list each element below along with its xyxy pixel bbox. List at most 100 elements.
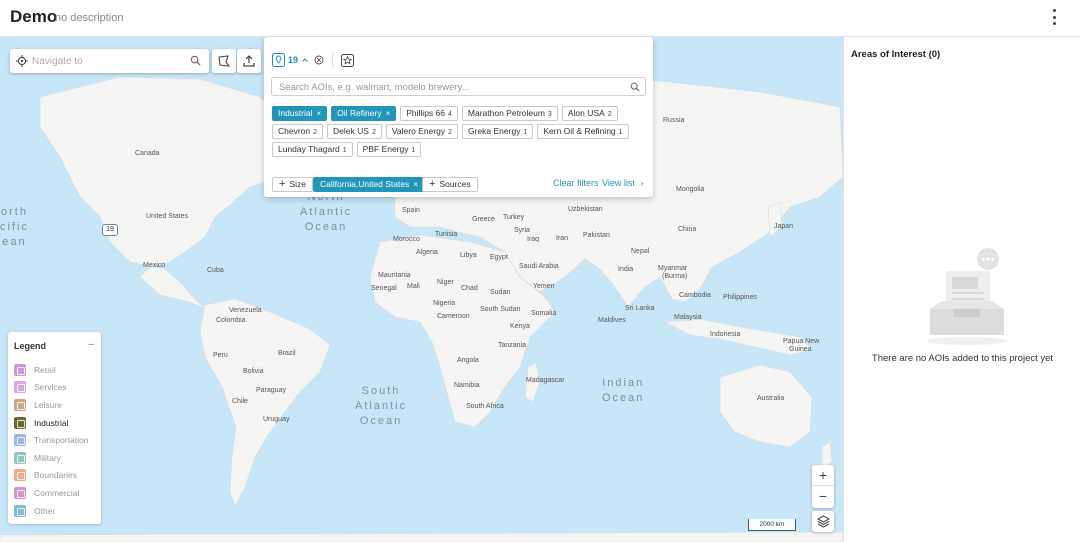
zoom-out-button[interactable]: − — [812, 486, 834, 507]
filter-chips: Industrial × Oil Refinery × Phillips 66 4 Mara… — [272, 106, 646, 157]
chip-label: Lunday Thagard — [278, 144, 340, 154]
location-filter-chip[interactable]: California,United States × — [313, 177, 426, 192]
legend-swatch-icon — [14, 451, 26, 464]
filter-footer: + Size California,United States × + Sources… — [272, 177, 646, 192]
brand-filter-chip[interactable]: Phillips 66 4 — [400, 106, 458, 121]
place-label: Nigeria — [433, 300, 456, 307]
legend-swatch-icon — [14, 469, 26, 482]
project-description[interactable]: no description — [55, 12, 124, 24]
place-label: Egypt — [490, 254, 508, 261]
view-list-link[interactable]: View list › — [602, 178, 643, 188]
chip-count: 2 — [313, 129, 318, 136]
brand-filter-chip[interactable]: Kern Oil & Refining 1 — [537, 124, 629, 139]
legend-list: Retail Services Leisure Industrial Transport… — [14, 361, 89, 519]
legend-item[interactable]: Military — [14, 449, 89, 467]
place-label: (Burma) — [662, 273, 688, 280]
chip-label: Oil Refinery — [337, 108, 382, 118]
legend-item[interactable]: Commercial — [14, 484, 89, 502]
search-icon[interactable] — [190, 55, 201, 66]
place-label: Morocco — [393, 236, 420, 243]
clear-filters-link[interactable]: Clear filters — [553, 178, 599, 188]
brand-filter-chip[interactable]: PBF Energy 1 — [356, 142, 422, 157]
brand-filter-chip[interactable]: Marathon Petroleum 3 — [461, 106, 558, 121]
legend-item-label: Transportation — [34, 435, 89, 446]
chip-label: Kern Oil & Refining — [543, 126, 616, 136]
legend-item[interactable]: Retail — [14, 361, 89, 379]
place-label: Sudan — [490, 289, 511, 296]
place-label: Niger — [437, 279, 454, 286]
layers-button[interactable] — [812, 511, 834, 532]
place-label: Uruguay — [263, 416, 290, 423]
remove-chip-icon[interactable]: × — [386, 109, 391, 118]
active-filter-chip[interactable]: Industrial × — [272, 106, 328, 121]
view-list-label: View list — [602, 178, 635, 188]
place-label: Syria — [514, 227, 530, 234]
place-label: Australia — [757, 395, 785, 402]
aoi-search-box[interactable] — [271, 77, 646, 96]
place-label: Algeria — [416, 249, 438, 256]
legend-title: Legend — [14, 341, 47, 351]
legend-item[interactable]: Boundaries — [14, 467, 89, 485]
brand-filter-chip[interactable]: Alon USA 2 — [561, 106, 618, 121]
chevron-right-icon: › — [640, 178, 644, 188]
aoi-pin-icon[interactable] — [272, 53, 285, 67]
search-icon[interactable] — [630, 82, 640, 92]
place-label: Papua New — [783, 338, 820, 345]
brand-filter-chip[interactable]: Valero Energy 2 — [385, 124, 458, 139]
place-label: Greece — [472, 216, 495, 223]
place-label: Uzbekistan — [568, 206, 603, 213]
legend-item[interactable]: Services — [14, 379, 89, 397]
location-filter-label: California,United States — [320, 179, 410, 189]
size-filter-label: Size — [289, 179, 306, 189]
draw-polygon-button[interactable] — [212, 49, 236, 73]
saved-star-icon[interactable] — [341, 53, 355, 67]
sources-filter-button[interactable]: + Sources — [422, 177, 478, 192]
ocean-label: South Atlantic Ocean — [355, 385, 408, 427]
place-label: Mexico — [143, 262, 166, 269]
brand-filter-chip[interactable]: Delek US 2 — [327, 124, 382, 139]
remove-location-icon[interactable]: × — [413, 179, 418, 189]
place-label: China — [678, 226, 697, 233]
legend-item[interactable]: Leisure — [14, 396, 89, 414]
legend-item[interactable]: Industrial — [14, 414, 89, 432]
place-label: Philippines — [723, 294, 757, 301]
navigate-input[interactable] — [32, 53, 182, 69]
empty-inbox-illustration-icon — [927, 248, 1007, 345]
place-label: South Africa — [466, 403, 504, 410]
chip-count: 1 — [342, 147, 347, 154]
sources-filter-label: Sources — [439, 179, 471, 189]
aoi-count: 19 — [288, 55, 299, 65]
chip-count: 2 — [448, 129, 452, 136]
place-label: Canada — [135, 150, 160, 157]
upload-button[interactable] — [237, 49, 261, 73]
zoom-controls: + − — [812, 465, 834, 508]
legend-swatch-icon — [14, 363, 26, 376]
size-filter-button[interactable]: + Size — [272, 177, 313, 192]
chip-label: Alon USA — [567, 108, 605, 118]
legend-item[interactable]: Transportation — [14, 431, 89, 449]
place-label: Pakistan — [583, 232, 610, 239]
more-options-icon[interactable] — [1050, 9, 1058, 25]
chevron-up-icon[interactable] — [301, 56, 309, 64]
legend-item-label: Industrial — [34, 417, 69, 428]
brand-filter-chip[interactable]: Lunday Thagard 1 — [272, 142, 353, 157]
brand-filter-chip[interactable]: Chevron 2 — [272, 124, 324, 139]
legend-swatch-icon — [14, 486, 26, 499]
brand-filter-chip[interactable]: Greka Energy 1 — [462, 124, 534, 139]
place-label: Mauritania — [378, 272, 411, 279]
place-label: Iraq — [527, 236, 540, 243]
chip-count: 4 — [448, 111, 452, 118]
clear-circle-icon[interactable] — [314, 55, 324, 65]
legend-collapse-icon[interactable]: – — [88, 339, 94, 350]
navigate-search-box[interactable] — [10, 49, 209, 73]
active-filter-chip[interactable]: Oil Refinery × — [331, 106, 397, 121]
place-label: Myanmar — [658, 265, 688, 272]
legend-item-label: Military — [34, 452, 61, 463]
chip-label: PBF Energy — [362, 144, 409, 154]
location-target-icon[interactable] — [16, 55, 28, 67]
legend-item[interactable]: Other — [14, 502, 89, 520]
place-label: Japan — [774, 223, 794, 230]
zoom-in-button[interactable]: + — [812, 465, 834, 486]
remove-chip-icon[interactable]: × — [317, 109, 322, 118]
aoi-search-input[interactable] — [279, 80, 619, 94]
